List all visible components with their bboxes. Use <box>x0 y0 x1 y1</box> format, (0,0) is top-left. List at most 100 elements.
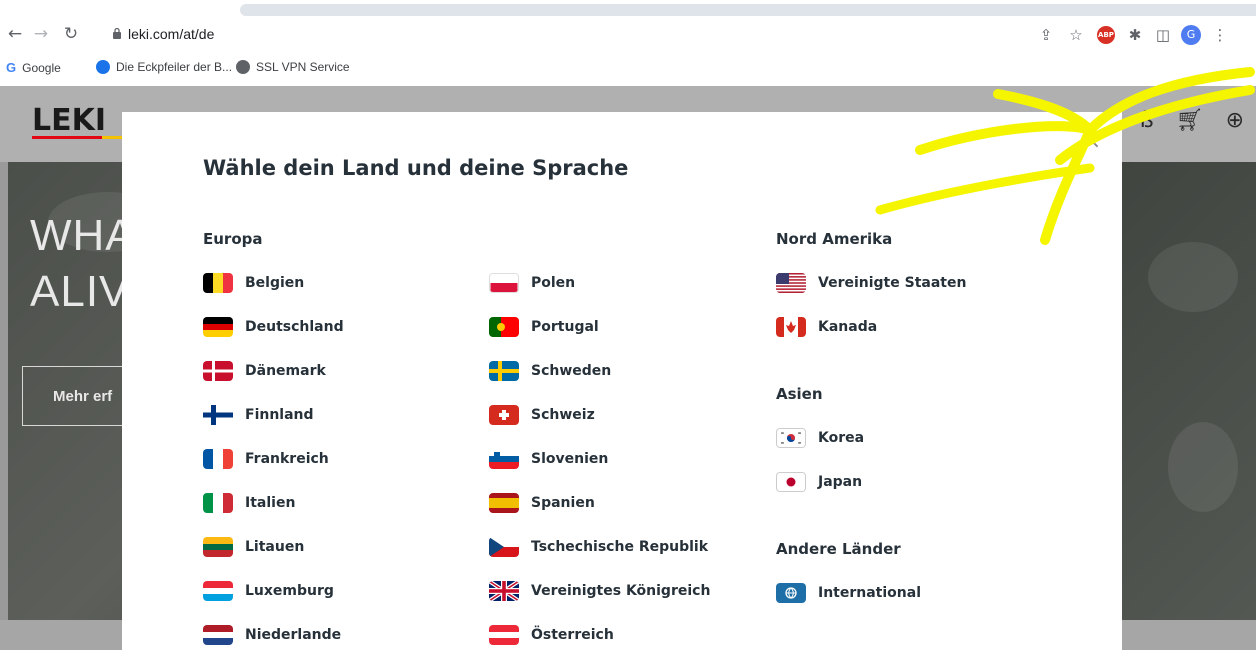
forward-icon[interactable]: → <box>30 23 52 45</box>
hero-title-line: WHA <box>30 211 136 260</box>
bookmark-ssl-vpn[interactable]: SSL VPN Service <box>236 60 350 74</box>
region-heading-europe: Europa <box>203 230 263 248</box>
country-label: International <box>818 585 922 601</box>
browser-menu-icon[interactable]: ⋮ <box>1210 25 1230 45</box>
bookmarks-bar: G Google Die Eckpfeiler der B... SSL VPN… <box>0 57 1256 81</box>
region-heading-asia: Asien <box>776 385 823 403</box>
country-link-ch[interactable]: Schweiz <box>489 405 595 425</box>
country-language-modal: × Wähle dein Land und deine Sprache Euro… <box>122 112 1122 650</box>
region-heading-north-america: Nord Amerika <box>776 230 893 248</box>
country-label: Schweden <box>531 363 612 379</box>
dk-flag-icon <box>203 361 233 381</box>
country-link-us[interactable]: Vereinigte Staaten <box>776 273 966 293</box>
country-label: Schweiz <box>531 407 595 423</box>
country-link-lu[interactable]: Luxemburg <box>203 581 334 601</box>
share-icon[interactable]: ⇪ <box>1036 25 1056 45</box>
country-label: Korea <box>818 430 865 446</box>
pl-flag-icon <box>489 273 519 293</box>
country-link-se[interactable]: Schweden <box>489 361 611 381</box>
country-label: Polen <box>531 275 576 291</box>
user-icon[interactable]: ß <box>1140 108 1154 133</box>
country-label: Vereinigte Staaten <box>818 275 967 291</box>
country-link-fr[interactable]: Frankreich <box>203 449 329 469</box>
country-label: Frankreich <box>245 451 329 467</box>
hero-title: WHA ALIV <box>30 208 136 320</box>
country-label: Belgien <box>245 275 305 291</box>
lock-icon <box>113 27 121 39</box>
country-link-kr[interactable]: Korea <box>776 428 864 448</box>
bookmark-label: SSL VPN Service <box>256 60 350 74</box>
ch-flag-icon <box>489 405 519 425</box>
de-flag-icon <box>203 317 233 337</box>
profile-avatar[interactable]: G <box>1181 25 1201 45</box>
ca-flag-icon <box>776 317 806 337</box>
country-label: Portugal <box>531 319 599 335</box>
at-flag-icon <box>489 625 519 645</box>
header-icon-group: ß 🛒︎ ⊕ <box>1140 108 1244 133</box>
es-flag-icon <box>489 493 519 513</box>
bookmark-star-icon[interactable]: ☆ <box>1066 25 1086 45</box>
country-label: Finnland <box>245 407 314 423</box>
country-link-fi[interactable]: Finnland <box>203 405 314 425</box>
pt-flag-icon <box>489 317 519 337</box>
country-link-lt[interactable]: Litauen <box>203 537 304 557</box>
country-link-be[interactable]: Belgien <box>203 273 304 293</box>
country-link-es[interactable]: Spanien <box>489 493 595 513</box>
country-link-ca[interactable]: Kanada <box>776 317 877 337</box>
reload-icon[interactable]: ↻ <box>60 23 82 45</box>
country-label: Österreich <box>531 627 614 643</box>
svg-text:LEKI: LEKI <box>32 103 106 138</box>
it-flag-icon <box>203 493 233 513</box>
country-link-intl[interactable]: International <box>776 583 921 603</box>
bookmark-eckpfeiler[interactable]: Die Eckpfeiler der B... <box>96 60 232 74</box>
country-link-gb[interactable]: Vereinigtes Königreich <box>489 581 710 601</box>
country-label: Deutschland <box>245 319 344 335</box>
gb-flag-icon <box>489 581 519 601</box>
fi-flag-icon <box>203 405 233 425</box>
extensions-puzzle-icon[interactable]: ✱ <box>1125 25 1145 45</box>
kr-flag-icon <box>776 428 806 448</box>
back-icon[interactable]: ← <box>4 23 26 45</box>
us-flag-icon <box>776 273 806 293</box>
country-link-cz[interactable]: Tschechische Republik <box>489 537 708 557</box>
country-link-it[interactable]: Italien <box>203 493 295 513</box>
country-link-nl[interactable]: Niederlande <box>203 625 341 645</box>
close-icon[interactable]: × <box>1080 130 1104 154</box>
country-label: Luxemburg <box>245 583 334 599</box>
country-link-dk[interactable]: Dänemark <box>203 361 326 381</box>
hero-texture <box>1148 242 1238 312</box>
hero-title-line: ALIV <box>30 267 130 316</box>
address-bar-row: ← → ↻ leki.com/at/de ⇪ ☆ ABP ✱ ◫ G ⋮ <box>0 18 1256 52</box>
browser-chrome: ← → ↻ leki.com/at/de ⇪ ☆ ABP ✱ ◫ G ⋮ G G… <box>0 0 1256 86</box>
hero-texture <box>1168 422 1238 512</box>
url-input[interactable]: leki.com/at/de <box>128 26 214 42</box>
country-label: Litauen <box>245 539 305 555</box>
country-link-at[interactable]: Österreich <box>489 625 614 645</box>
lt-flag-icon <box>203 537 233 557</box>
si-flag-icon <box>489 449 519 469</box>
intl-flag-icon <box>776 583 806 603</box>
country-label: Niederlande <box>245 627 342 643</box>
globe-favicon-icon <box>236 60 250 74</box>
region-heading-other: Andere Länder <box>776 540 901 558</box>
tab-strip <box>240 4 1256 16</box>
country-link-jp[interactable]: Japan <box>776 472 862 492</box>
country-label: Spanien <box>531 495 595 511</box>
adblock-extension-icon[interactable]: ABP <box>1097 26 1115 44</box>
cart-icon[interactable]: 🛒︎ <box>1176 108 1204 133</box>
be-flag-icon <box>203 273 233 293</box>
jp-flag-icon <box>776 472 806 492</box>
country-label: Slovenien <box>531 451 609 467</box>
bookmark-google[interactable]: G Google <box>6 60 61 75</box>
lu-flag-icon <box>203 581 233 601</box>
se-flag-icon <box>489 361 519 381</box>
country-link-pt[interactable]: Portugal <box>489 317 599 337</box>
side-panel-icon[interactable]: ◫ <box>1153 25 1173 45</box>
globe-icon[interactable]: ⊕ <box>1226 108 1244 133</box>
google-icon: G <box>6 60 17 75</box>
country-link-pl[interactable]: Polen <box>489 273 575 293</box>
country-link-si[interactable]: Slovenien <box>489 449 608 469</box>
country-link-de[interactable]: Deutschland <box>203 317 344 337</box>
bookmark-label: Google <box>22 60 61 75</box>
site-favicon-icon <box>96 60 110 74</box>
